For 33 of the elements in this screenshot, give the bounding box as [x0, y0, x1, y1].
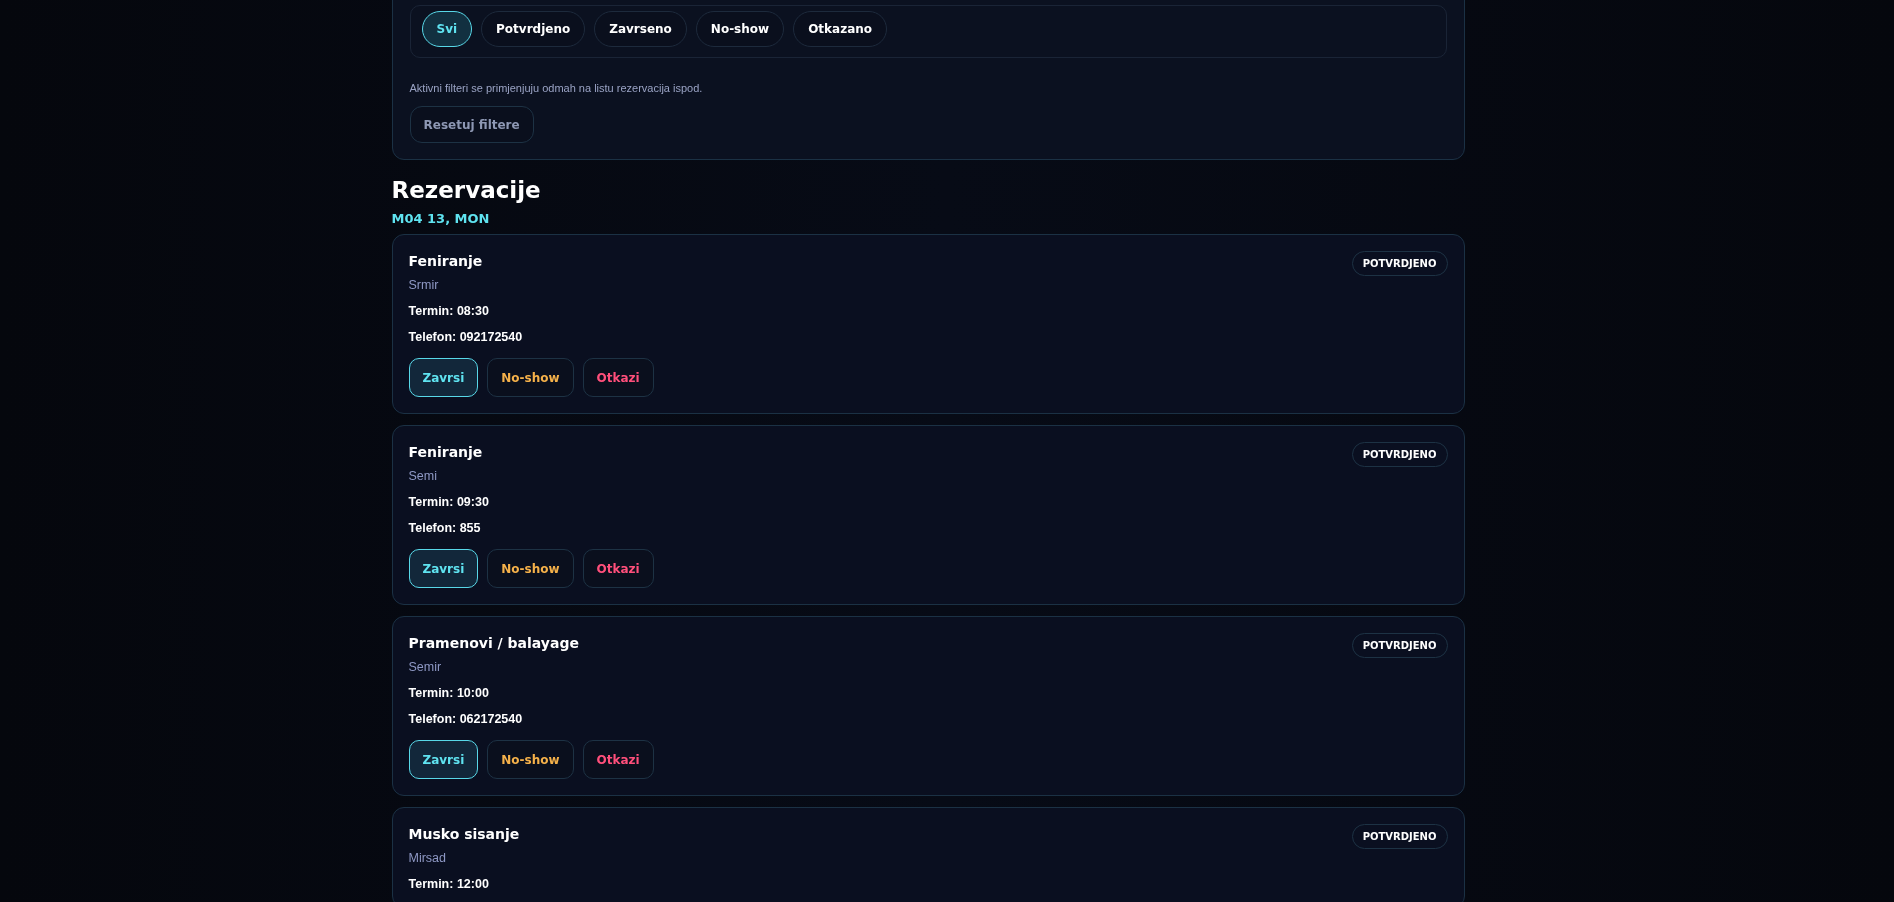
complete-button[interactable]: Zavrsi [408, 549, 479, 588]
complete-button[interactable]: Zavrsi [408, 358, 479, 397]
appointment-time: Termin: 09:30 [408, 495, 490, 509]
filter-chip[interactable]: Zavrseno [594, 11, 687, 47]
service-name: Pramenovi / balayage [408, 635, 579, 651]
service-name: Musko sisanje [408, 826, 520, 842]
cancel-button[interactable]: Otkazi [582, 358, 654, 397]
date-heading: M04 13, MON [391, 211, 491, 226]
reset-filters-button[interactable]: Resetuj filtere [409, 106, 534, 143]
no-show-button[interactable]: No-show [487, 549, 574, 588]
filter-chip[interactable]: No-show [695, 11, 785, 47]
service-name: Feniranje [408, 253, 483, 269]
no-show-button[interactable]: No-show [487, 358, 574, 397]
appointment-time: Termin: 08:30 [408, 304, 490, 318]
section-title: Rezervacije [391, 177, 542, 203]
complete-button[interactable]: Zavrsi [408, 740, 479, 779]
filter-chip[interactable]: Potvrdjeno [481, 11, 586, 47]
phone-number: Telefon: 092172540 [408, 330, 524, 344]
filter-chip[interactable]: Svi [421, 11, 473, 47]
cancel-button[interactable]: Otkazi [582, 549, 654, 588]
client-name: Semir [408, 660, 443, 674]
cancel-button[interactable]: Otkazi [582, 740, 654, 779]
filter-hint: Aktivni filteri se primjenjuju odmah na listu rezervacija ispod. [409, 82, 704, 94]
client-name: Mirsad [408, 851, 447, 865]
phone-number: Telefon: 062172540 [408, 712, 524, 726]
filter-chip[interactable]: Otkazano [793, 11, 888, 47]
service-name: Feniranje [408, 444, 483, 460]
appointment-time: Termin: 10:00 [408, 686, 490, 700]
phone-number: Telefon: 855 [408, 521, 482, 535]
client-name: Semi [408, 469, 438, 483]
client-name: Srmir [408, 278, 440, 292]
no-show-button[interactable]: No-show [487, 740, 574, 779]
appointment-time: Termin: 12:00 [408, 877, 490, 891]
